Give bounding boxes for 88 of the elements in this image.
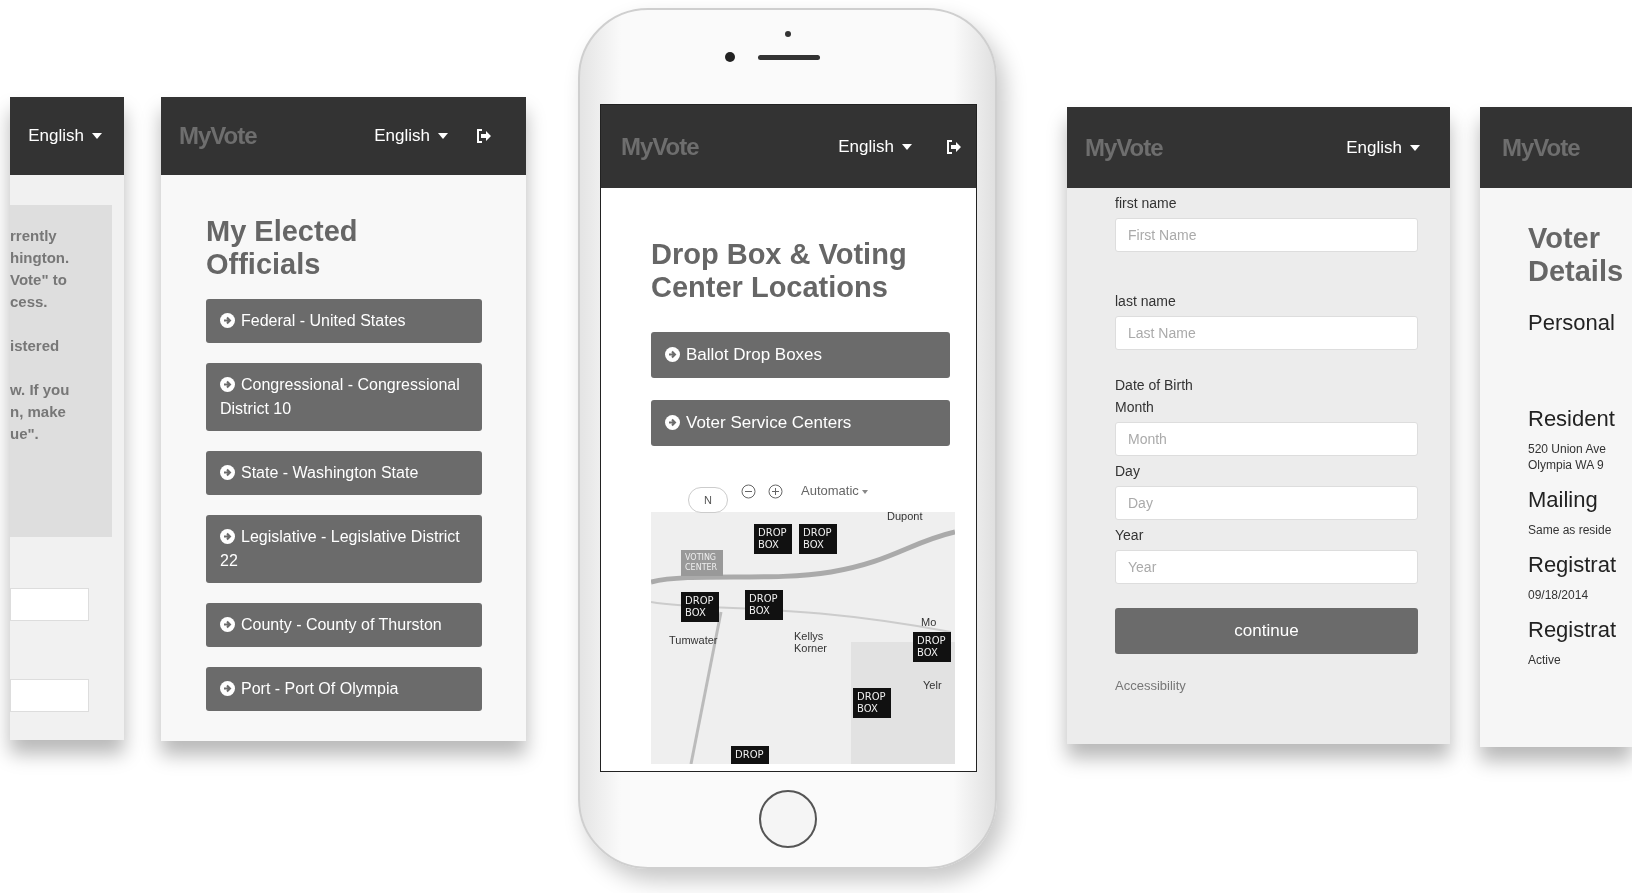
phone-camera bbox=[725, 52, 735, 62]
input-field[interactable] bbox=[10, 679, 89, 712]
zoom-out-icon[interactable] bbox=[741, 484, 756, 499]
link-button[interactable]: Voter Service Centers bbox=[651, 400, 950, 446]
accessibility-link[interactable]: Accessibility bbox=[1115, 676, 1418, 696]
language-dropdown[interactable]: English bbox=[374, 123, 448, 149]
section-heading: Registrat bbox=[1528, 617, 1618, 643]
link-button[interactable]: Ballot Drop Boxes bbox=[651, 332, 950, 378]
input-field[interactable]: Last Name bbox=[1115, 316, 1418, 350]
logout-button[interactable] bbox=[476, 129, 492, 143]
caret-icon bbox=[438, 133, 448, 139]
zoom-in-icon[interactable] bbox=[768, 484, 783, 499]
info-text: w. If you bbox=[10, 380, 71, 400]
section-heading: Registrat bbox=[1528, 552, 1618, 578]
app-logo: MyVote bbox=[1085, 132, 1163, 163]
drop-box-marker[interactable]: DROP BOX bbox=[913, 632, 951, 662]
language-dropdown[interactable]: English bbox=[1346, 134, 1420, 161]
arrow-circle-icon bbox=[220, 529, 235, 544]
info-text: istered bbox=[10, 336, 61, 356]
field-label: Day bbox=[1115, 462, 1141, 480]
section-label: Date of Birth bbox=[1115, 376, 1194, 394]
language-dropdown[interactable]: English bbox=[28, 123, 102, 149]
detail-text: 09/18/2014 bbox=[1528, 587, 1590, 603]
phone-sensor bbox=[785, 31, 791, 37]
drop-box-marker[interactable]: DROP BOX bbox=[799, 524, 837, 554]
page-title: My Elected Officials bbox=[206, 215, 359, 281]
link-button[interactable]: Federal - United States bbox=[206, 299, 482, 343]
compass-control[interactable]: N bbox=[688, 487, 728, 513]
input-field[interactable]: Day bbox=[1115, 486, 1418, 520]
caret-icon bbox=[92, 133, 102, 139]
section-heading: Personal bbox=[1528, 310, 1616, 336]
info-text: ue". bbox=[10, 424, 40, 444]
section-heading: Resident bbox=[1528, 406, 1616, 432]
link-button[interactable]: Congressional - Congressional District 10 bbox=[206, 363, 482, 431]
input-field[interactable]: Year bbox=[1115, 550, 1418, 584]
info-text: hington. bbox=[10, 248, 71, 268]
input-field[interactable]: Month bbox=[1115, 422, 1418, 456]
detail-text: Active bbox=[1528, 652, 1562, 668]
link-button[interactable]: Legislative - Legislative District 22 bbox=[206, 515, 482, 583]
arrow-circle-icon bbox=[220, 617, 235, 632]
phone-speaker bbox=[758, 55, 820, 60]
drop-box-marker[interactable]: DROP BOX bbox=[745, 590, 783, 620]
section-heading: Mailing bbox=[1528, 487, 1599, 513]
page-title: Details bbox=[1528, 255, 1625, 288]
logout-icon bbox=[946, 139, 962, 154]
input-field[interactable]: First Name bbox=[1115, 218, 1418, 252]
input-field[interactable] bbox=[10, 588, 89, 621]
drop-box-marker[interactable]: DROP BOX bbox=[681, 592, 719, 622]
link-button[interactable]: Port - Port Of Olympia bbox=[206, 667, 482, 711]
continue-button[interactable]: continue bbox=[1115, 608, 1418, 654]
app-logo: MyVote bbox=[1502, 132, 1580, 163]
caret-icon bbox=[902, 143, 912, 150]
link-button[interactable]: County - County of Thurston bbox=[206, 603, 482, 647]
field-label: Year bbox=[1115, 526, 1145, 544]
place-label: Tumwater bbox=[669, 634, 718, 646]
place-label: Mo bbox=[921, 616, 937, 628]
arrow-circle-icon bbox=[220, 313, 235, 328]
field-label: Month bbox=[1115, 398, 1155, 416]
arrow-circle-icon bbox=[665, 347, 680, 362]
drop-box-marker[interactable]: DROP BOX bbox=[853, 688, 891, 718]
field-label: last name bbox=[1115, 292, 1177, 310]
place-label: Kellys Korner bbox=[794, 630, 829, 654]
map-style-dropdown[interactable]: Automatic bbox=[801, 483, 869, 499]
info-text: n, make bbox=[10, 402, 67, 422]
detail-text: Olympia WA 9 bbox=[1528, 457, 1605, 473]
place-label: Yelr bbox=[923, 679, 942, 691]
logout-icon bbox=[476, 129, 492, 143]
info-text: cess. bbox=[10, 292, 49, 312]
arrow-circle-icon bbox=[665, 415, 680, 430]
caret-icon bbox=[1410, 144, 1420, 151]
app-logo: MyVote bbox=[621, 131, 699, 162]
detail-text: Same as reside bbox=[1528, 522, 1613, 538]
arrow-circle-icon bbox=[220, 377, 235, 392]
link-button[interactable]: State - Washington State bbox=[206, 451, 482, 495]
page-title: Drop Box & Voting Center Locations bbox=[651, 238, 908, 304]
arrow-circle-icon bbox=[220, 681, 235, 696]
info-text: Vote" to bbox=[10, 270, 68, 290]
drop-box-marker[interactable]: DROP BOX bbox=[754, 524, 792, 554]
language-dropdown[interactable]: English bbox=[838, 133, 912, 160]
field-label: first name bbox=[1115, 194, 1178, 212]
logout-button[interactable] bbox=[946, 139, 962, 154]
place-label: Dupont bbox=[887, 510, 923, 522]
detail-text: 520 Union Ave bbox=[1528, 441, 1607, 457]
arrow-circle-icon bbox=[220, 465, 235, 480]
drop-box-marker[interactable]: DROP bbox=[731, 746, 769, 764]
page-title: Voter bbox=[1528, 222, 1601, 255]
info-text: rrently bbox=[10, 226, 58, 246]
app-logo: MyVote bbox=[179, 121, 257, 151]
